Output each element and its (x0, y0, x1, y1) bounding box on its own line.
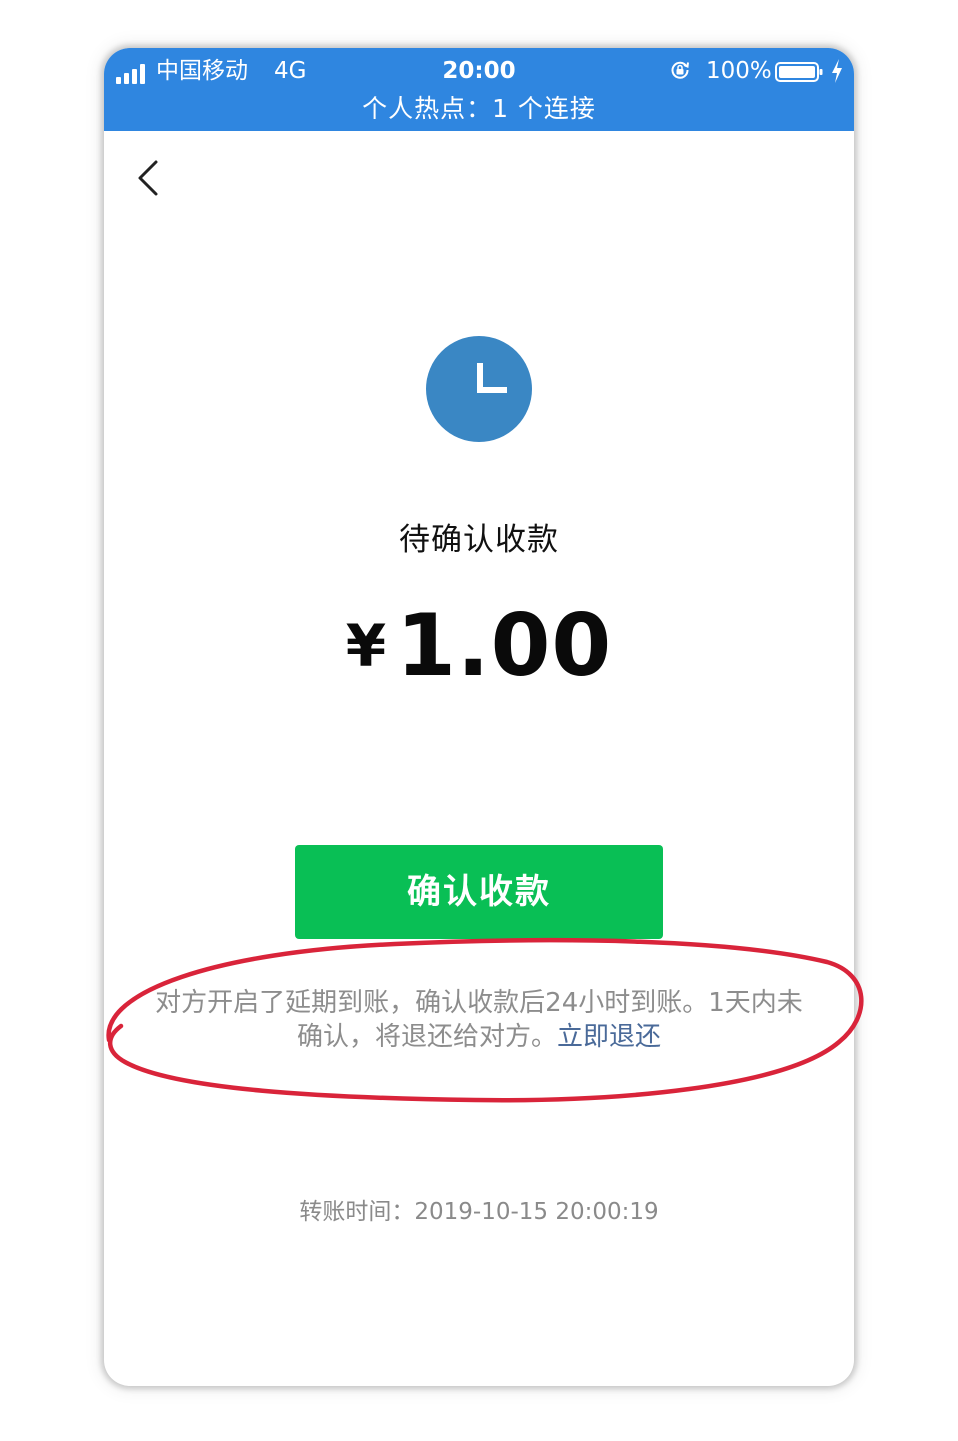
status-bar: 中国移动 4G 20:00 100% 个人热点：1 个连接 (104, 48, 854, 131)
amount-value: 1.00 (396, 596, 613, 696)
battery-percentage: 100% (706, 58, 772, 84)
transfer-time: 转账时间：2019-10-15 20:00:19 (299, 1199, 659, 1225)
delay-notice: 对方开启了延期到账，确认收款后24小时到账。1天内未 确认，将退还给对方。立即退… (104, 986, 854, 1054)
notice-line-2: 确认，将退还给对方。立即退还 (104, 1020, 854, 1054)
currency-symbol: ¥ (345, 612, 387, 680)
rotation-lock-icon (671, 61, 689, 79)
notice-line-1: 对方开启了延期到账，确认收款后24小时到账。1天内未 (155, 988, 803, 1018)
battery-icon (775, 62, 823, 82)
back-button[interactable] (126, 152, 170, 204)
chevron-left-icon (138, 160, 158, 196)
hotspot-status[interactable]: 个人热点：1 个连接 (104, 92, 854, 126)
refund-now-link[interactable]: 立即退还 (557, 1022, 661, 1052)
phone-screen: 中国移动 4G 20:00 100% 个人热点：1 个连接 待确认收款 ¥ 1.… (104, 48, 854, 1386)
status-row: 中国移动 4G 20:00 100% (104, 54, 854, 90)
status-title: 待确认收款 (399, 522, 559, 558)
notice-line-2-text: 确认，将退还给对方。 (296, 1022, 557, 1052)
amount-display: ¥1.00 (104, 596, 854, 696)
charging-bolt-icon (832, 59, 842, 83)
clock-icon (426, 336, 532, 442)
confirm-receipt-button[interactable]: 确认收款 (295, 845, 663, 939)
